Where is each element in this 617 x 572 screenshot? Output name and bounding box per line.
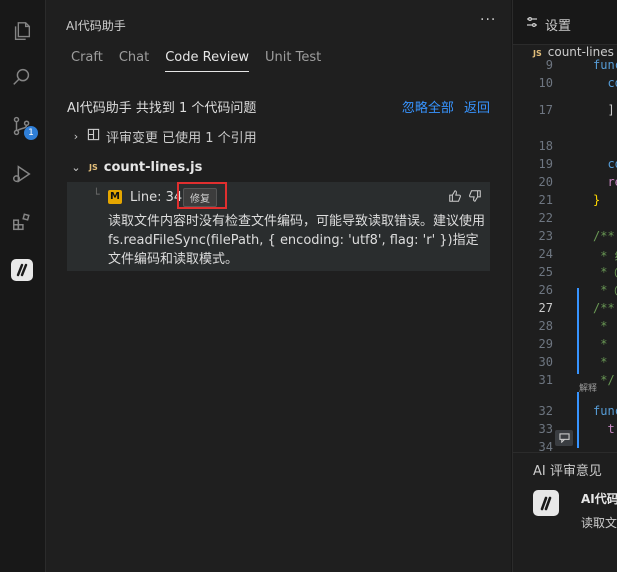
panel-title: AI代码助手 bbox=[66, 19, 126, 33]
code-line: /** bbox=[593, 301, 615, 315]
line-number: 24 bbox=[538, 247, 553, 261]
thumbs-up-icon[interactable] bbox=[448, 189, 462, 207]
settings-sliders-icon bbox=[526, 16, 538, 32]
source-control-badge: 1 bbox=[24, 126, 38, 140]
line-number: 25 bbox=[538, 265, 553, 279]
review-summary: AI代码助手 共找到 1 个代码问题 bbox=[67, 101, 257, 116]
line-number: 31 bbox=[538, 373, 553, 387]
extensions-icon[interactable] bbox=[8, 208, 36, 236]
line-number: 17 bbox=[538, 103, 553, 117]
code-line: /** bbox=[593, 229, 615, 243]
explorer-icon[interactable] bbox=[8, 17, 36, 45]
code-line: co bbox=[607, 76, 617, 90]
code-line: * @ bbox=[600, 265, 617, 279]
code-line: * @ bbox=[600, 283, 617, 297]
tab-craft[interactable]: Craft bbox=[71, 50, 103, 72]
line-number: 9 bbox=[545, 58, 553, 72]
code-line: ]; bbox=[607, 103, 617, 117]
line-number: 18 bbox=[538, 139, 553, 153]
line-number: 28 bbox=[538, 319, 553, 333]
review-change-row[interactable]: › 评审变更 已使用 1 个引用 bbox=[69, 127, 257, 146]
code-line: * 统 bbox=[600, 249, 617, 263]
code-line: func bbox=[593, 404, 617, 418]
line-number: 27 bbox=[538, 301, 553, 315]
line-number: 33 bbox=[538, 422, 553, 436]
settings-tab[interactable]: 设置 bbox=[513, 0, 617, 45]
line-number: 21 bbox=[538, 193, 553, 207]
split-view-icon bbox=[87, 128, 100, 145]
run-debug-icon[interactable] bbox=[8, 160, 36, 188]
more-actions-icon[interactable]: ··· bbox=[480, 12, 496, 28]
code-line: t bbox=[593, 422, 615, 436]
review-author: AI代码 bbox=[581, 492, 617, 506]
line-number: 29 bbox=[538, 337, 553, 351]
chevron-down-icon: ⌄ bbox=[71, 161, 81, 174]
code-line: * bbox=[593, 319, 608, 333]
code-line: re bbox=[607, 175, 617, 189]
chevron-right-icon: › bbox=[73, 130, 79, 143]
code-line: func bbox=[593, 58, 617, 72]
javascript-file-icon: JS bbox=[533, 49, 542, 58]
line-number: 22 bbox=[538, 211, 553, 225]
review-snippet: 读取文 bbox=[581, 516, 617, 530]
line-number: 20 bbox=[538, 175, 553, 189]
issue-item[interactable]: └ M Line: 34 修复 读取文件内容时没有检查文件编码，可能导致读取错误… bbox=[67, 182, 490, 271]
ai-assistant-panel: AI代码助手 ··· Craft Chat Code Review Unit T… bbox=[46, 0, 511, 572]
breadcrumb-file: count-lines bbox=[547, 45, 614, 59]
line-number: 26 bbox=[538, 283, 553, 297]
issue-line[interactable]: Line: 34 bbox=[130, 190, 182, 205]
codelens-explain[interactable]: 解释 bbox=[579, 381, 597, 394]
review-panel-title: AI 评审意见 bbox=[533, 464, 602, 479]
summary-actions: 忽略全部 返回 bbox=[396, 97, 490, 116]
ai-logo-icon bbox=[533, 490, 559, 516]
annotation-highlight-box bbox=[177, 182, 227, 209]
fold-guide bbox=[577, 392, 579, 448]
ignore-all-link[interactable]: 忽略全部 bbox=[402, 101, 454, 116]
line-number: 19 bbox=[538, 157, 553, 171]
editor-area: 设置 JS count-lines 9 func 10 co 17 ]; 18 19 co 2… bbox=[512, 0, 617, 572]
fold-guide bbox=[577, 288, 579, 374]
code-line: * bbox=[593, 337, 608, 351]
search-icon[interactable] bbox=[8, 63, 36, 91]
javascript-file-icon: JS bbox=[89, 163, 98, 172]
tree-branch-icon: └ bbox=[93, 188, 100, 201]
breadcrumb[interactable]: JS count-lines bbox=[533, 45, 614, 59]
tab-unit-test[interactable]: Unit Test bbox=[265, 50, 321, 72]
issue-description: 读取文件内容时没有检查文件编码，可能导致读取错误。建议使用 fs.readFil… bbox=[108, 214, 486, 267]
comment-icon[interactable] bbox=[555, 430, 573, 446]
feedback-buttons bbox=[448, 189, 482, 207]
tab-chat[interactable]: Chat bbox=[119, 50, 149, 72]
line-number: 23 bbox=[538, 229, 553, 243]
source-control-icon[interactable]: 1 bbox=[8, 112, 38, 140]
code-line: * bbox=[593, 355, 608, 369]
file-row[interactable]: ⌄ JS count-lines.js bbox=[69, 160, 202, 175]
ai-assistant-icon[interactable] bbox=[8, 256, 36, 284]
line-number: 10 bbox=[538, 76, 553, 90]
settings-tab-label: 设置 bbox=[545, 19, 572, 34]
panel-tabs: Craft Chat Code Review Unit Test bbox=[71, 50, 337, 72]
code-line: } bbox=[593, 193, 601, 207]
tab-code-review[interactable]: Code Review bbox=[165, 50, 250, 72]
activity-bar: 1 bbox=[0, 0, 46, 572]
line-number: 32 bbox=[538, 404, 553, 418]
code-line: co bbox=[607, 157, 617, 171]
review-change-label: 评审变更 已使用 1 个引用 bbox=[106, 131, 257, 146]
back-link[interactable]: 返回 bbox=[464, 101, 490, 116]
thumbs-down-icon[interactable] bbox=[468, 189, 482, 207]
line-number: 30 bbox=[538, 355, 553, 369]
file-name: count-lines.js bbox=[103, 160, 203, 175]
review-panel-header: AI 评审意见 bbox=[513, 452, 617, 483]
severity-icon: M bbox=[108, 190, 122, 204]
